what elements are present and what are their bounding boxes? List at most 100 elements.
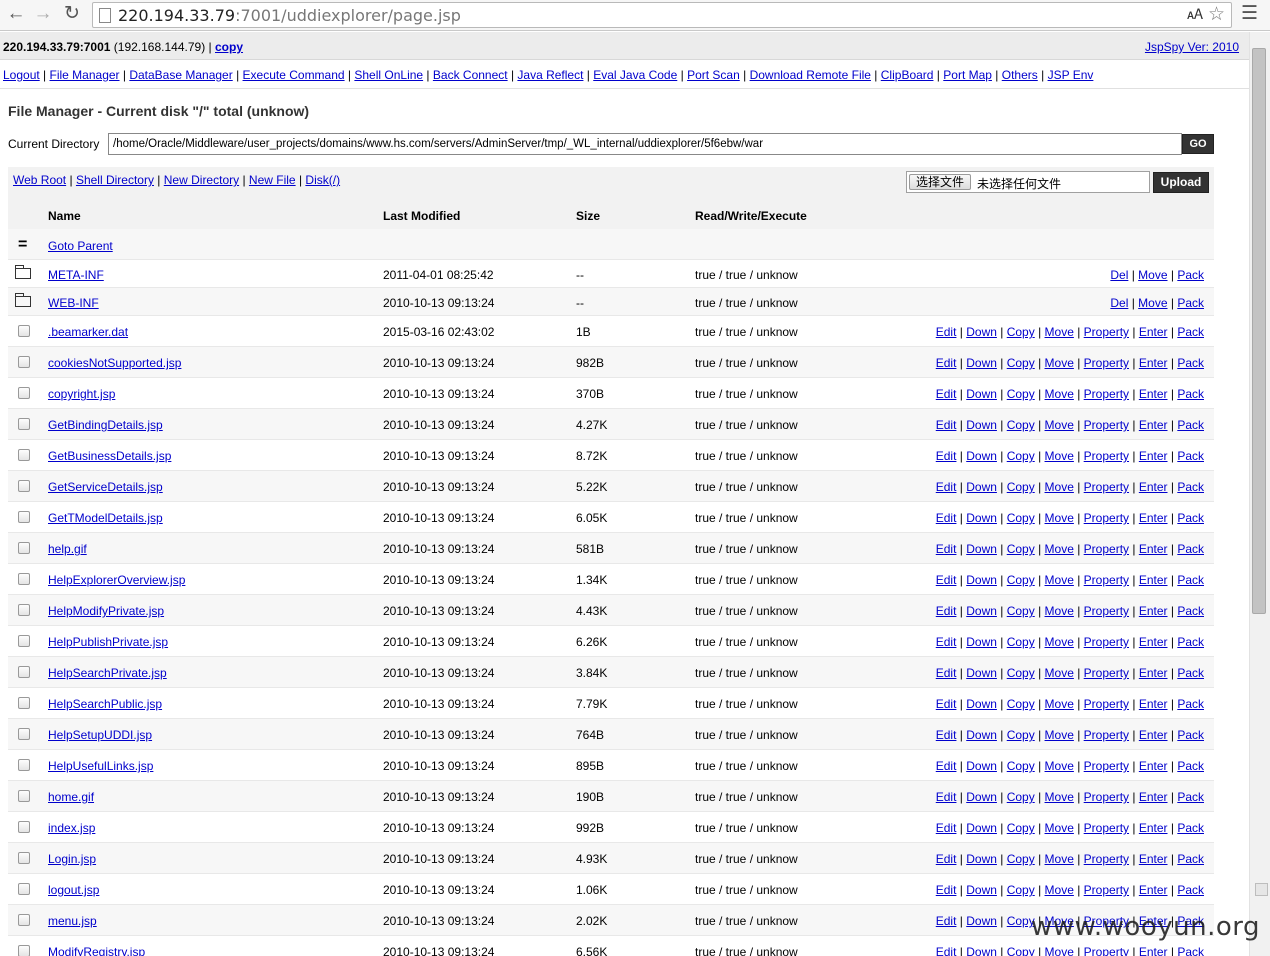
file-checkbox[interactable] xyxy=(18,604,30,616)
copy-link[interactable]: Copy xyxy=(1007,945,1035,956)
move-link[interactable]: Move xyxy=(1045,821,1074,835)
file-checkbox[interactable] xyxy=(18,821,30,833)
down-link[interactable]: Down xyxy=(966,914,997,928)
property-link[interactable]: Property xyxy=(1084,821,1129,835)
copy-link[interactable]: Copy xyxy=(1007,790,1035,804)
action-disk[interactable]: Disk(/) xyxy=(305,173,340,187)
file-name-link[interactable]: GetBusinessDetails.jsp xyxy=(48,449,171,463)
copy-link[interactable]: Copy xyxy=(1007,759,1035,773)
edit-link[interactable]: Edit xyxy=(936,728,957,742)
copy-link[interactable]: Copy xyxy=(1007,356,1035,370)
pack-link[interactable]: Pack xyxy=(1177,883,1204,897)
menu-clipboard[interactable]: ClipBoard xyxy=(881,68,934,82)
move-link[interactable]: Move xyxy=(1138,268,1167,282)
enter-link[interactable]: Enter xyxy=(1139,325,1168,339)
file-name-link[interactable]: index.jsp xyxy=(48,821,95,835)
down-link[interactable]: Down xyxy=(966,480,997,494)
file-checkbox[interactable] xyxy=(18,511,30,523)
menu-shell-online[interactable]: Shell OnLine xyxy=(354,68,423,82)
enter-link[interactable]: Enter xyxy=(1139,759,1168,773)
forward-icon[interactable]: → xyxy=(32,3,54,25)
edit-link[interactable]: Edit xyxy=(936,635,957,649)
file-name-link[interactable]: GetTModelDetails.jsp xyxy=(48,511,163,525)
pack-link[interactable]: Pack xyxy=(1177,821,1204,835)
file-name-link[interactable]: copyright.jsp xyxy=(48,387,115,401)
move-link[interactable]: Move xyxy=(1045,759,1074,773)
enter-link[interactable]: Enter xyxy=(1139,356,1168,370)
edit-link[interactable]: Edit xyxy=(936,604,957,618)
edit-link[interactable]: Edit xyxy=(936,821,957,835)
copy-link[interactable]: Copy xyxy=(1007,883,1035,897)
copy-link[interactable]: Copy xyxy=(1007,480,1035,494)
menu-port-map[interactable]: Port Map xyxy=(943,68,992,82)
move-link[interactable]: Move xyxy=(1045,356,1074,370)
copy-link[interactable]: Copy xyxy=(1007,325,1035,339)
copy-link[interactable]: copy xyxy=(215,40,243,54)
file-checkbox[interactable] xyxy=(18,573,30,585)
property-link[interactable]: Property xyxy=(1084,635,1129,649)
enter-link[interactable]: Enter xyxy=(1139,821,1168,835)
pack-link[interactable]: Pack xyxy=(1177,542,1204,556)
file-checkbox[interactable] xyxy=(18,325,30,337)
menu-execute-command[interactable]: Execute Command xyxy=(243,68,345,82)
file-checkbox[interactable] xyxy=(18,790,30,802)
version-link[interactable]: JspSpy Ver: 2010 xyxy=(1145,40,1239,54)
file-checkbox[interactable] xyxy=(18,759,30,771)
file-checkbox[interactable] xyxy=(18,945,30,956)
file-checkbox[interactable] xyxy=(18,449,30,461)
file-name-link[interactable]: HelpUsefulLinks.jsp xyxy=(48,759,153,773)
property-link[interactable]: Property xyxy=(1084,728,1129,742)
file-checkbox[interactable] xyxy=(18,883,30,895)
menu-database-manager[interactable]: DataBase Manager xyxy=(129,68,232,82)
file-name-link[interactable]: HelpSetupUDDI.jsp xyxy=(48,728,152,742)
edit-link[interactable]: Edit xyxy=(936,449,957,463)
file-name-link[interactable]: GetServiceDetails.jsp xyxy=(48,480,163,494)
file-checkbox[interactable] xyxy=(18,666,30,678)
move-link[interactable]: Move xyxy=(1045,325,1074,339)
property-link[interactable]: Property xyxy=(1084,883,1129,897)
property-link[interactable]: Property xyxy=(1084,542,1129,556)
pack-link[interactable]: Pack xyxy=(1177,790,1204,804)
menu-jsp-env[interactable]: JSP Env xyxy=(1048,68,1094,82)
file-checkbox[interactable] xyxy=(18,635,30,647)
file-checkbox[interactable] xyxy=(18,697,30,709)
copy-link[interactable]: Copy xyxy=(1007,666,1035,680)
enter-link[interactable]: Enter xyxy=(1139,666,1168,680)
copy-link[interactable]: Copy xyxy=(1007,728,1035,742)
file-checkbox[interactable] xyxy=(18,480,30,492)
edit-link[interactable]: Edit xyxy=(936,511,957,525)
edit-link[interactable]: Edit xyxy=(936,356,957,370)
copy-link[interactable]: Copy xyxy=(1007,852,1035,866)
property-link[interactable]: Property xyxy=(1084,387,1129,401)
move-link[interactable]: Move xyxy=(1045,511,1074,525)
edit-link[interactable]: Edit xyxy=(936,883,957,897)
file-checkbox[interactable] xyxy=(18,914,30,926)
move-link[interactable]: Move xyxy=(1045,945,1074,956)
file-name-link[interactable]: Login.jsp xyxy=(48,852,96,866)
pack-link[interactable]: Pack xyxy=(1177,635,1204,649)
file-name-link[interactable]: home.gif xyxy=(48,790,94,804)
property-link[interactable]: Property xyxy=(1084,511,1129,525)
copy-link[interactable]: Copy xyxy=(1007,449,1035,463)
down-link[interactable]: Down xyxy=(966,325,997,339)
file-name-link[interactable]: ModifyRegistry.jsp xyxy=(48,945,145,956)
enter-link[interactable]: Enter xyxy=(1139,728,1168,742)
property-link[interactable]: Property xyxy=(1084,356,1129,370)
edit-link[interactable]: Edit xyxy=(936,480,957,494)
enter-link[interactable]: Enter xyxy=(1139,604,1168,618)
action-new-file[interactable]: New File xyxy=(249,173,296,187)
down-link[interactable]: Down xyxy=(966,945,997,956)
menu-java-reflect[interactable]: Java Reflect xyxy=(517,68,583,82)
edit-link[interactable]: Edit xyxy=(936,790,957,804)
copy-link[interactable]: Copy xyxy=(1007,387,1035,401)
down-link[interactable]: Down xyxy=(966,821,997,835)
down-link[interactable]: Down xyxy=(966,697,997,711)
pack-link[interactable]: Pack xyxy=(1177,268,1204,282)
edit-link[interactable]: Edit xyxy=(936,697,957,711)
down-link[interactable]: Down xyxy=(966,604,997,618)
copy-link[interactable]: Copy xyxy=(1007,511,1035,525)
enter-link[interactable]: Enter xyxy=(1139,697,1168,711)
menu-back-connect[interactable]: Back Connect xyxy=(433,68,508,82)
property-link[interactable]: Property xyxy=(1084,852,1129,866)
move-link[interactable]: Move xyxy=(1045,635,1074,649)
